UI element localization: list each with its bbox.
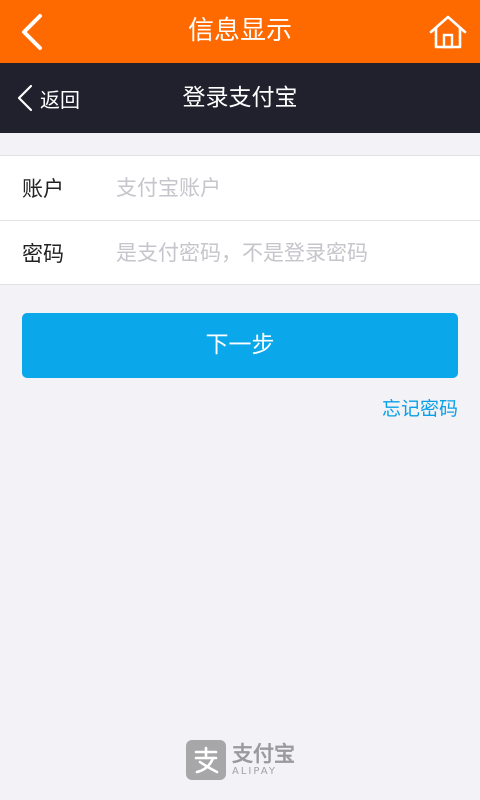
- account-row: 账户: [0, 156, 480, 220]
- password-label: 密码: [22, 242, 64, 266]
- password-row: 密码: [0, 221, 480, 285]
- top-bar-title: 信息显示: [187, 16, 292, 46]
- account-label: 账户: [22, 177, 64, 201]
- alipay-logo-cn: 支付宝: [232, 742, 295, 766]
- alipay-logo-icon: [186, 740, 226, 780]
- home-icon: [429, 15, 467, 49]
- next-button[interactable]: 下一步: [22, 313, 458, 378]
- home-button[interactable]: [428, 14, 468, 50]
- login-form: 账户 密码: [0, 155, 480, 285]
- app-top-bar: 信息显示: [0, 0, 480, 63]
- alipay-logo-en: ALIPAY: [232, 766, 277, 777]
- page-title: 登录支付宝: [182, 85, 298, 111]
- forgot-password-link[interactable]: 忘记密码: [382, 394, 458, 421]
- page-nav-bar: 返回 登录支付宝: [0, 63, 480, 133]
- alipay-logo: 支付宝 ALIPAY: [186, 738, 306, 782]
- alipay-logo-text: 支付宝 ALIPAY: [232, 742, 295, 778]
- password-input[interactable]: [116, 233, 460, 273]
- account-input[interactable]: [116, 168, 460, 208]
